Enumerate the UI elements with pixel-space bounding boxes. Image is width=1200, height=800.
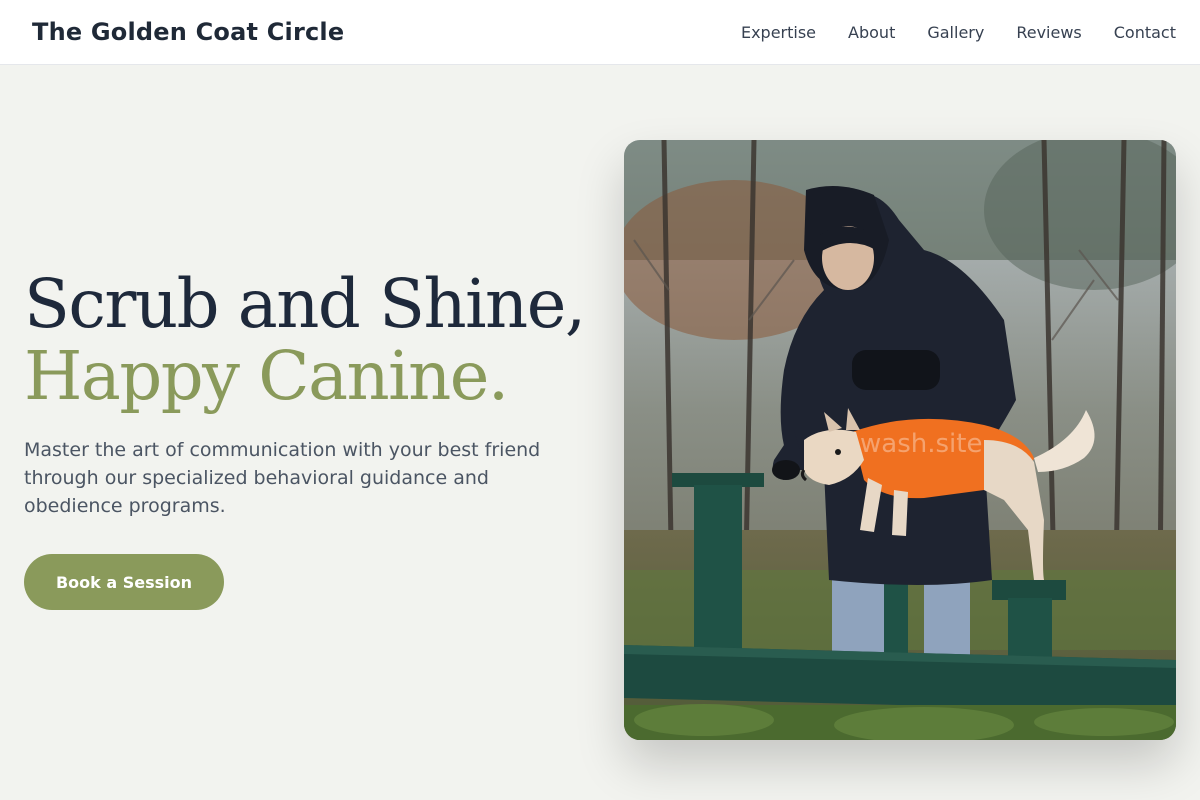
top-navbar: The Golden Coat Circle Expertise About G… [0,0,1200,65]
hero-subtitle: Master the art of communication with you… [24,439,541,517]
hero-headline: Scrub and Shine, Happy Canine. [24,265,586,415]
hero-headline-line2: Happy Canine. [24,337,509,415]
book-session-button[interactable]: Book a Session [24,554,224,610]
nav-link-reviews[interactable]: Reviews [1016,23,1081,42]
hero-headline-line1: Scrub and Shine, [24,265,586,343]
photo-watermark: wash.site [860,429,982,459]
nav-links: Expertise About Gallery Reviews Contact [741,23,1176,42]
nav-link-about[interactable]: About [848,23,895,42]
nav-link-gallery[interactable]: Gallery [927,23,984,42]
nav-link-contact[interactable]: Contact [1114,23,1176,42]
brand-logo[interactable]: The Golden Coat Circle [32,18,344,46]
hero-photo-dog-training: wash.site [624,140,1176,740]
hero-text: Scrub and Shine, Happy Canine. Master th… [24,265,586,520]
nav-link-expertise[interactable]: Expertise [741,23,816,42]
